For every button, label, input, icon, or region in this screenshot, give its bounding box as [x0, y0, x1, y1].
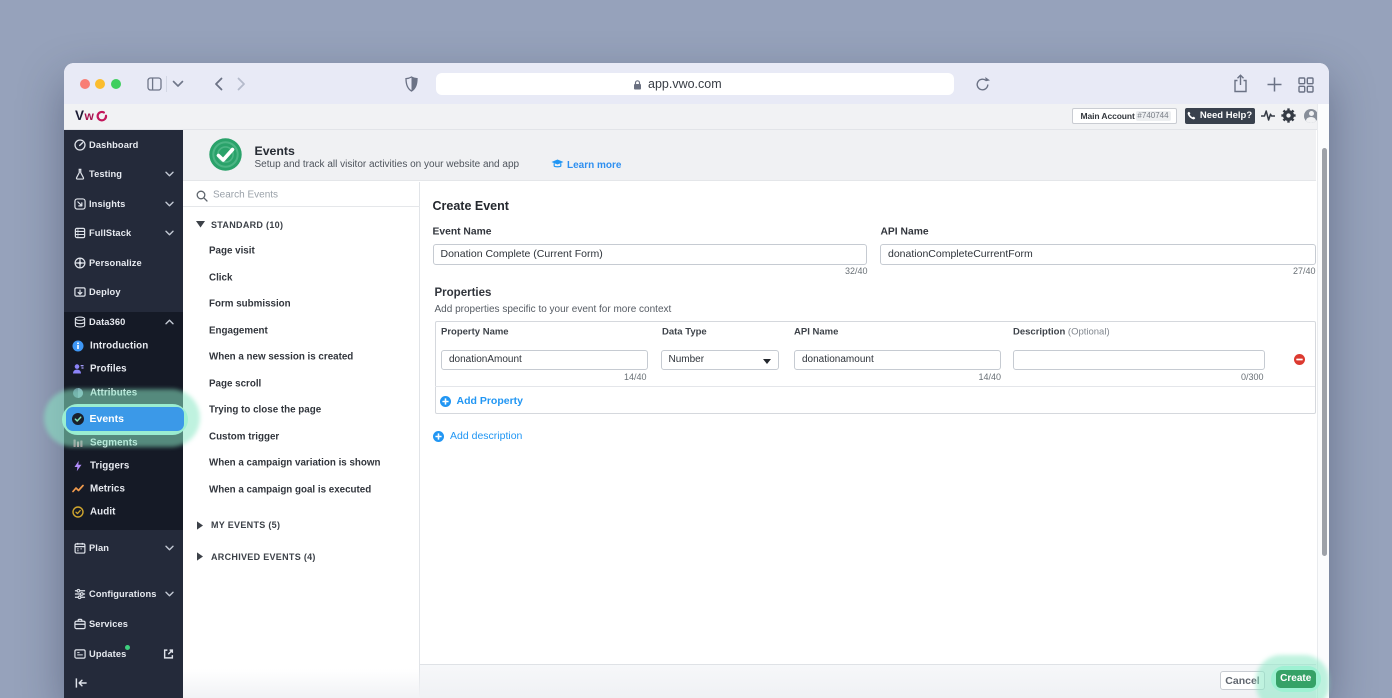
svg-text:w: w: [84, 109, 95, 123]
svg-text:V: V: [75, 108, 84, 123]
